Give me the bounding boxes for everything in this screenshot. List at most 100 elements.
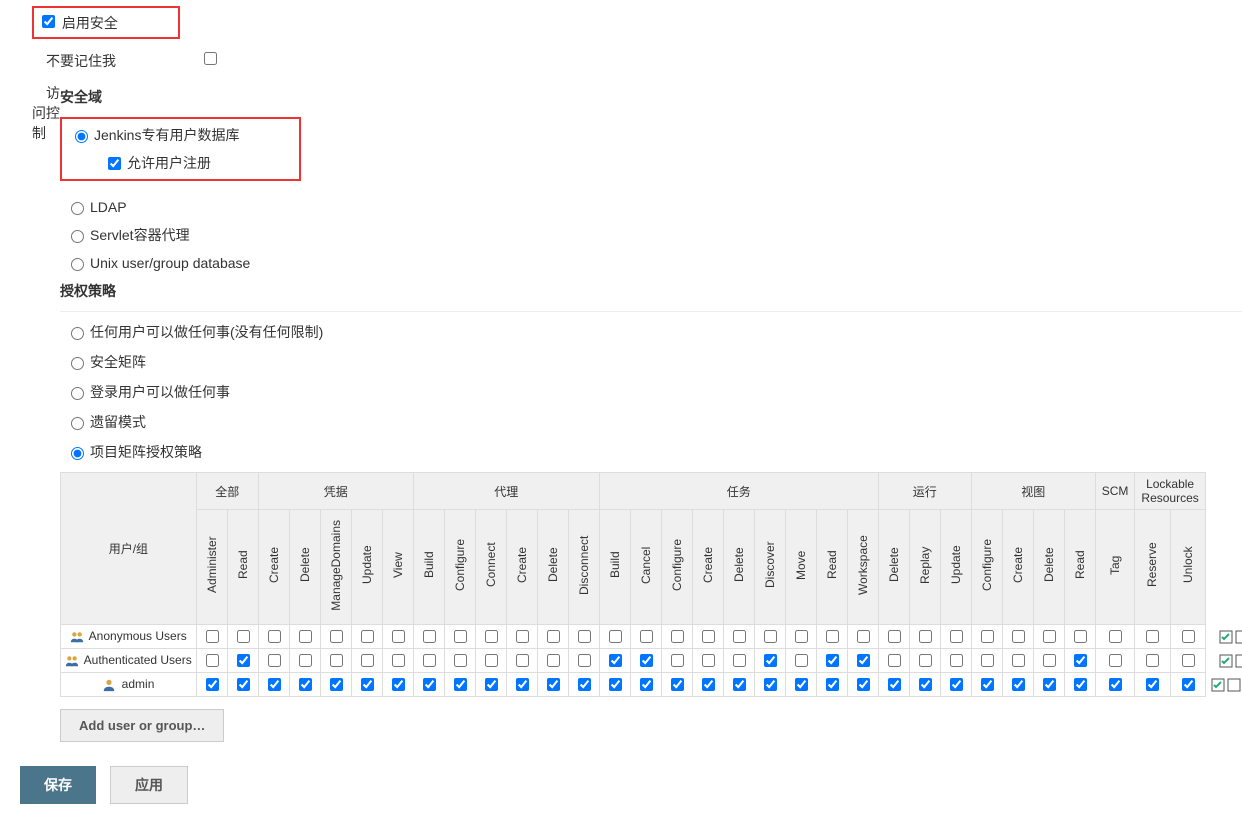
permission-checkbox[interactable] bbox=[454, 654, 467, 667]
permission-checkbox[interactable] bbox=[392, 654, 405, 667]
realm-jenkins-db-radio[interactable] bbox=[75, 130, 88, 143]
permission-checkbox[interactable] bbox=[671, 654, 684, 667]
permission-checkbox[interactable] bbox=[516, 678, 529, 691]
permission-checkbox[interactable] bbox=[919, 654, 932, 667]
permission-checkbox[interactable] bbox=[609, 630, 622, 643]
permission-checkbox[interactable] bbox=[361, 654, 374, 667]
permission-checkbox[interactable] bbox=[1109, 654, 1122, 667]
permission-checkbox[interactable] bbox=[1012, 654, 1025, 667]
permission-checkbox[interactable] bbox=[578, 678, 591, 691]
permission-checkbox[interactable] bbox=[640, 654, 653, 667]
permission-checkbox[interactable] bbox=[1109, 630, 1122, 643]
permission-checkbox[interactable] bbox=[454, 678, 467, 691]
row-action-uncheck-all[interactable] bbox=[1235, 630, 1242, 644]
permission-checkbox[interactable] bbox=[950, 654, 963, 667]
permission-checkbox[interactable] bbox=[392, 678, 405, 691]
authz-legacy-radio[interactable] bbox=[71, 417, 84, 430]
permission-checkbox[interactable] bbox=[516, 630, 529, 643]
permission-checkbox[interactable] bbox=[857, 630, 870, 643]
permission-checkbox[interactable] bbox=[1012, 678, 1025, 691]
row-action-check-all[interactable] bbox=[1219, 654, 1233, 668]
permission-checkbox[interactable] bbox=[268, 654, 281, 667]
permission-checkbox[interactable] bbox=[330, 654, 343, 667]
permission-checkbox[interactable] bbox=[733, 678, 746, 691]
realm-servlet-radio[interactable] bbox=[71, 230, 84, 243]
permission-checkbox[interactable] bbox=[299, 678, 312, 691]
permission-checkbox[interactable] bbox=[702, 654, 715, 667]
permission-checkbox[interactable] bbox=[392, 630, 405, 643]
permission-checkbox[interactable] bbox=[578, 630, 591, 643]
permission-checkbox[interactable] bbox=[826, 654, 839, 667]
permission-checkbox[interactable] bbox=[950, 678, 963, 691]
permission-checkbox[interactable] bbox=[640, 630, 653, 643]
permission-checkbox[interactable] bbox=[826, 630, 839, 643]
permission-checkbox[interactable] bbox=[485, 630, 498, 643]
realm-unix-radio[interactable] bbox=[71, 258, 84, 271]
permission-checkbox[interactable] bbox=[1043, 630, 1056, 643]
permission-checkbox[interactable] bbox=[764, 678, 777, 691]
permission-checkbox[interactable] bbox=[1074, 630, 1087, 643]
permission-checkbox[interactable] bbox=[578, 654, 591, 667]
row-action-uncheck-all[interactable] bbox=[1227, 678, 1241, 692]
permission-checkbox[interactable] bbox=[1146, 654, 1159, 667]
permission-checkbox[interactable] bbox=[299, 654, 312, 667]
save-button[interactable]: 保存 bbox=[20, 766, 96, 804]
permission-checkbox[interactable] bbox=[733, 654, 746, 667]
allow-user-signup-checkbox[interactable] bbox=[108, 157, 121, 170]
permission-checkbox[interactable] bbox=[1146, 630, 1159, 643]
permission-checkbox[interactable] bbox=[1074, 654, 1087, 667]
permission-checkbox[interactable] bbox=[795, 630, 808, 643]
permission-checkbox[interactable] bbox=[454, 630, 467, 643]
authz-matrix-radio[interactable] bbox=[71, 357, 84, 370]
permission-checkbox[interactable] bbox=[795, 678, 808, 691]
permission-checkbox[interactable] bbox=[547, 630, 560, 643]
permission-checkbox[interactable] bbox=[733, 630, 746, 643]
permission-checkbox[interactable] bbox=[516, 654, 529, 667]
permission-checkbox[interactable] bbox=[1109, 678, 1122, 691]
permission-checkbox[interactable] bbox=[268, 678, 281, 691]
permission-checkbox[interactable] bbox=[888, 630, 901, 643]
permission-checkbox[interactable] bbox=[330, 678, 343, 691]
permission-checkbox[interactable] bbox=[423, 654, 436, 667]
permission-checkbox[interactable] bbox=[1182, 654, 1195, 667]
permission-checkbox[interactable] bbox=[671, 678, 684, 691]
permission-checkbox[interactable] bbox=[1043, 654, 1056, 667]
permission-checkbox[interactable] bbox=[206, 630, 219, 643]
permission-checkbox[interactable] bbox=[981, 630, 994, 643]
permission-checkbox[interactable] bbox=[547, 678, 560, 691]
permission-checkbox[interactable] bbox=[330, 630, 343, 643]
permission-checkbox[interactable] bbox=[1074, 678, 1087, 691]
permission-checkbox[interactable] bbox=[702, 678, 715, 691]
permission-checkbox[interactable] bbox=[237, 678, 250, 691]
permission-checkbox[interactable] bbox=[795, 654, 808, 667]
permission-checkbox[interactable] bbox=[702, 630, 715, 643]
permission-checkbox[interactable] bbox=[547, 654, 560, 667]
add-user-or-group-button[interactable]: Add user or group… bbox=[60, 709, 224, 742]
authz-loggedin-radio[interactable] bbox=[71, 387, 84, 400]
permission-checkbox[interactable] bbox=[671, 630, 684, 643]
permission-checkbox[interactable] bbox=[206, 678, 219, 691]
permission-checkbox[interactable] bbox=[361, 678, 374, 691]
permission-checkbox[interactable] bbox=[919, 630, 932, 643]
row-action-check-all[interactable] bbox=[1219, 630, 1233, 644]
permission-checkbox[interactable] bbox=[485, 654, 498, 667]
permission-checkbox[interactable] bbox=[919, 678, 932, 691]
permission-checkbox[interactable] bbox=[888, 678, 901, 691]
permission-checkbox[interactable] bbox=[1043, 678, 1056, 691]
row-action-check-all[interactable] bbox=[1211, 678, 1225, 692]
row-action-uncheck-all[interactable] bbox=[1235, 654, 1242, 668]
permission-checkbox[interactable] bbox=[423, 678, 436, 691]
permission-checkbox[interactable] bbox=[361, 630, 374, 643]
permission-checkbox[interactable] bbox=[981, 654, 994, 667]
authz-project-matrix-radio[interactable] bbox=[71, 447, 84, 460]
permission-checkbox[interactable] bbox=[826, 678, 839, 691]
enable-security-checkbox[interactable] bbox=[42, 15, 55, 28]
permission-checkbox[interactable] bbox=[423, 630, 436, 643]
permission-checkbox[interactable] bbox=[268, 630, 281, 643]
permission-checkbox[interactable] bbox=[857, 678, 870, 691]
permission-checkbox[interactable] bbox=[237, 654, 250, 667]
permission-checkbox[interactable] bbox=[764, 630, 777, 643]
permission-checkbox[interactable] bbox=[764, 654, 777, 667]
permission-checkbox[interactable] bbox=[485, 678, 498, 691]
permission-checkbox[interactable] bbox=[206, 654, 219, 667]
